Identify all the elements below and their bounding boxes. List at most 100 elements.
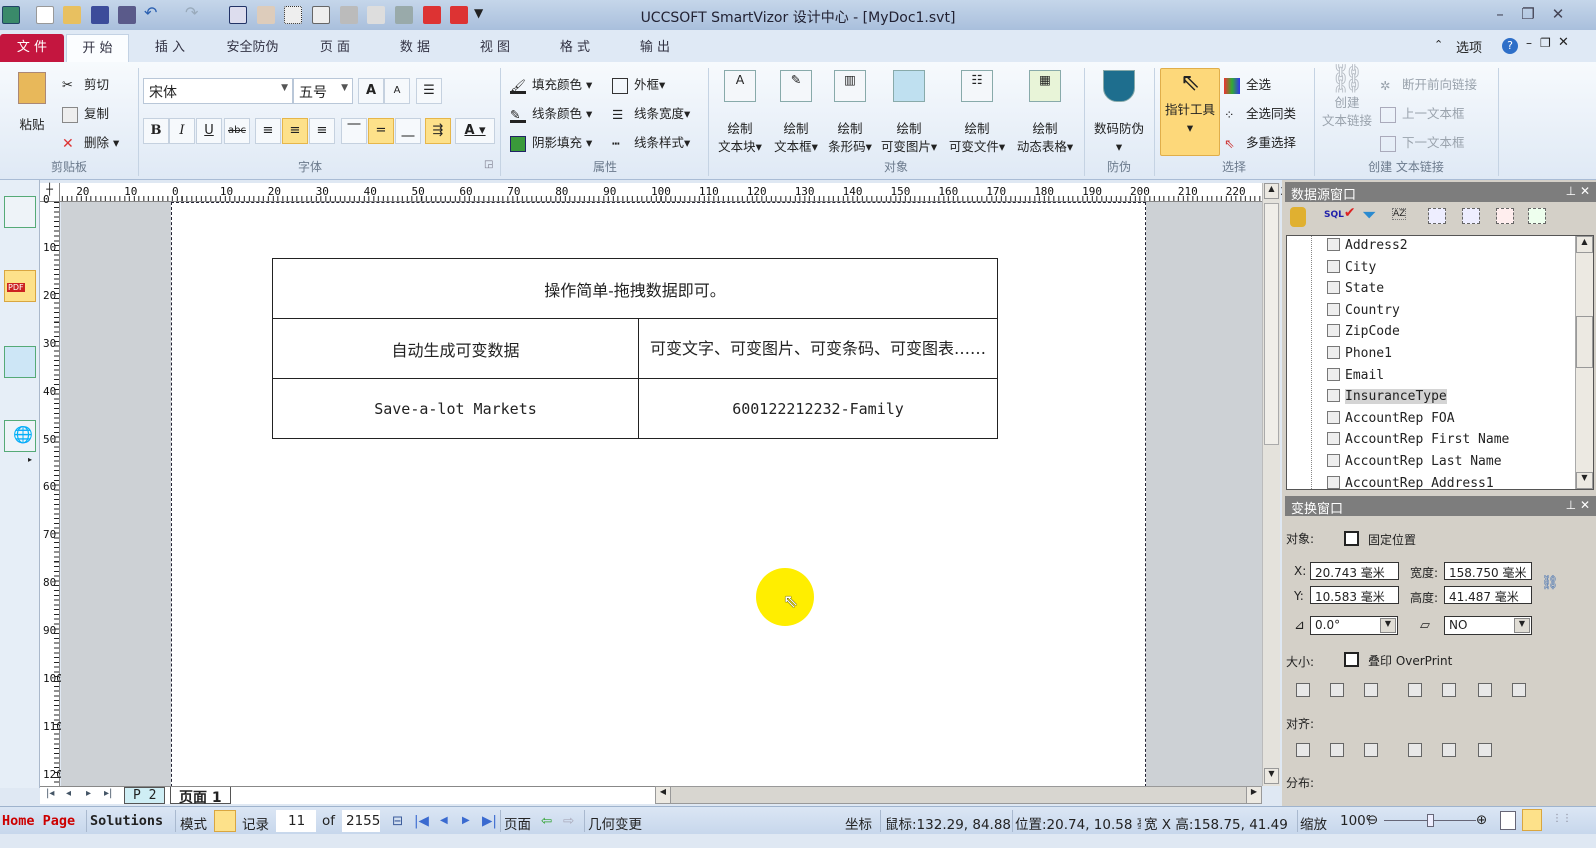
table-cell[interactable]: 600122212232-Family [638,378,998,439]
list-button[interactable]: ☰ [416,78,442,104]
solutions-link[interactable]: Solutions [90,813,163,829]
image-export-icon[interactable] [4,346,36,378]
paste-button[interactable]: 粘贴 [12,116,52,134]
draw-text-block-button[interactable]: A 绘制 文本块▾ [712,70,768,156]
rotation-select[interactable]: 0.0° ▼ [1310,616,1398,635]
draw-barcode-button[interactable]: ▥ 绘制 条形码▾ [822,70,878,156]
font-color-button[interactable]: A ▾ [455,118,495,144]
center-horizontal-icon[interactable] [1408,683,1422,697]
align-left-icon[interactable] [1296,743,1310,757]
sort-icon[interactable]: AZ [1392,208,1407,220]
pdf-export-icon[interactable]: PDF [4,270,36,302]
resize-grip[interactable]: ⋮⋮ [1552,813,1572,824]
close-button[interactable]: ✕ [1546,5,1570,23]
last-page-tab-button[interactable]: ▸| [104,788,112,799]
geometry-change-label[interactable]: 几何变更 [588,813,642,833]
align-bottom-icon[interactable] [1478,743,1492,757]
font-family-select[interactable]: 宋体 ▼ [143,78,293,104]
draw-variable-file-button[interactable]: ☷ 绘制 可变文件▾ [944,70,1010,156]
doc-minimize-button[interactable]: – [1526,36,1532,50]
edit-field-icon[interactable] [1462,208,1480,224]
prev-text-box-button[interactable]: 上一文本框 [1380,103,1465,123]
tab-security[interactable]: 安全防伪 [215,34,290,62]
design-canvas[interactable]: 操作简单-拖拽数据即可。 自动生成可变数据 可变文字、可变图片、可变条码、可变图… [61,202,1262,786]
doc-restore-button[interactable]: ❐ [1540,36,1551,50]
x-input[interactable]: 20.743 毫米 [1310,562,1399,580]
database-icon[interactable] [1290,207,1306,227]
home-page-link[interactable]: Home Page [2,813,75,829]
datasource-field[interactable]: AccountRep Last Name [1327,454,1502,474]
web-publish-icon[interactable]: 🌐 [4,420,36,452]
valign-bottom-button[interactable]: ⎽ [395,118,421,144]
help-icon[interactable]: ? [1502,38,1518,54]
font-size-select[interactable]: 五号 ▼ [293,78,353,104]
font-dialog-launcher[interactable]: ◲ [484,159,493,170]
collapse-ribbon-icon[interactable]: ⌃ [1434,38,1443,51]
link-field-icon[interactable] [1528,208,1546,224]
fixed-position-checkbox[interactable] [1344,531,1359,546]
copy-button[interactable]: 复制 [62,103,109,123]
italic-button[interactable]: I [169,118,195,144]
line-color-button[interactable]: ✎ 线条颜色 ▾ [510,103,592,123]
digital-security-button[interactable]: 数码防伪 ▾ [1088,70,1150,156]
datasource-field[interactable]: AccountRep FOA [1327,410,1455,431]
vertical-scrollbar[interactable]: ▲ ▼ [1262,183,1280,786]
options-menu[interactable]: 选项 [1456,37,1482,56]
tab-file[interactable]: 文 件 [0,34,64,62]
next-record-button[interactable]: ▶ [462,815,470,826]
datasource-field[interactable]: City [1327,259,1376,280]
draw-text-box-button[interactable]: ✎ 绘制 文本框▾ [768,70,824,156]
tab-view[interactable]: 视 图 [465,34,525,62]
overprint-checkbox[interactable] [1344,652,1359,667]
zoom-slider-thumb[interactable] [1427,814,1434,827]
line-style-button[interactable]: ┅ 线条样式▾ [612,132,690,152]
tree-scroll-up[interactable]: ▲ [1576,236,1593,253]
page-back-icon[interactable]: ⇦ [541,813,552,829]
same-width-icon[interactable] [1330,683,1344,697]
table-cell[interactable]: 可变文字、可变图片、可变条码、可变图表…… [638,318,998,379]
page-view-icon[interactable] [1500,811,1516,830]
zoom-in-button[interactable]: ⊕ [1476,812,1487,828]
page-tab-p2[interactable]: P 2 [124,787,166,804]
lock-ratio-icon[interactable]: ⛓ [1541,575,1559,591]
add-field-icon[interactable] [1428,208,1446,224]
shadow-fill-button[interactable]: 阴影填充 ▾ [510,132,592,152]
datasource-field[interactable]: Phone1 [1327,346,1392,366]
fill-color-button[interactable]: 🖌 填充颜色 ▾ [510,74,592,94]
next-page-tab-button[interactable]: ▸ [86,788,91,799]
ruler-view-icon[interactable] [1522,809,1542,831]
break-link-button[interactable]: ✲ 断开前向链接 [1380,74,1477,94]
page-forward-icon[interactable]: ⇨ [563,813,574,829]
datasource-field[interactable]: AccountRep Address1 [1327,475,1494,489]
grow-font-button[interactable]: A [358,78,384,104]
tab-format[interactable]: 格 式 [545,34,605,62]
datasource-field[interactable]: AccountRep First Name [1327,432,1509,452]
line-width-button[interactable]: ☰ 线条宽度▾ [612,103,690,123]
same-height-icon[interactable] [1364,683,1378,697]
table-cell[interactable]: 自动生成可变数据 [272,318,639,379]
align-right-button[interactable]: ≡ [309,118,335,144]
space-vertical-icon[interactable] [1512,683,1526,697]
y-input[interactable]: 10.583 毫米 [1310,586,1399,604]
datasource-field[interactable]: State [1327,281,1384,301]
table-cell[interactable]: Save-a-lot Markets [272,378,639,439]
scroll-thumb[interactable] [1264,203,1279,445]
horizontal-scrollbar[interactable]: ◀ ▶ [655,786,1262,804]
record-input[interactable]: 11 [276,810,316,832]
table-header-cell[interactable]: 操作简单-拖拽数据即可。 [272,258,998,319]
width-input[interactable]: 158.750 毫米 [1444,562,1532,580]
select-all-button[interactable]: 全选 [1224,74,1271,94]
align-top-icon[interactable] [1408,743,1422,757]
last-record-button[interactable]: ▶| [482,813,497,829]
scroll-down-button[interactable]: ▼ [1264,768,1279,784]
restore-button[interactable]: ❐ [1516,5,1540,23]
datasource-field[interactable]: Country [1327,302,1400,323]
select-same-button[interactable]: ⁘ 全选同类 [1224,103,1296,123]
tab-home[interactable]: 开 始 [66,34,129,62]
document-table[interactable]: 操作简单-拖拽数据即可。 自动生成可变数据 可变文字、可变图片、可变条码、可变图… [272,258,998,439]
datasource-field[interactable]: InsuranceType [1327,389,1447,409]
align-center-button[interactable]: ≡ [282,118,308,144]
panel-pin-close[interactable]: ⊥ ✕ [1566,184,1590,198]
tab-data[interactable]: 数 据 [385,34,445,62]
minimize-button[interactable]: – [1488,5,1512,23]
